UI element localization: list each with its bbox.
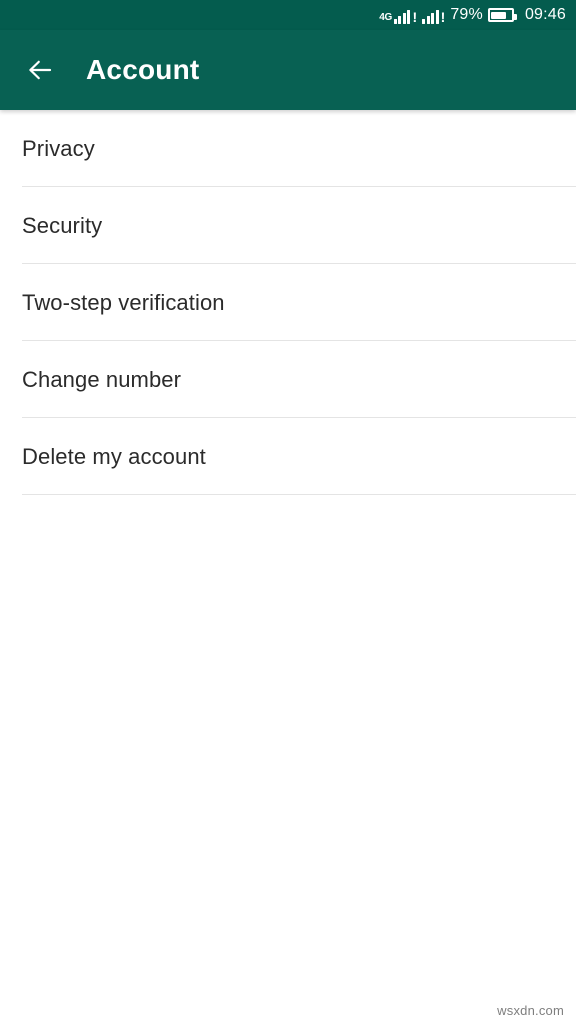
- app-bar: Account: [0, 30, 576, 110]
- sim2-alert-icon: !: [440, 8, 446, 25]
- battery-icon: [487, 8, 517, 22]
- page-background: [0, 500, 576, 1024]
- list-item-label: Change number: [22, 366, 182, 392]
- sim2-signal-indicator: !: [422, 7, 445, 24]
- clock-label: 09:46: [524, 6, 566, 23]
- account-settings-list: Privacy Security Two-step verification C…: [0, 110, 576, 495]
- watermark: wsxdn.com: [497, 1003, 564, 1018]
- list-item-label: Security: [22, 212, 103, 238]
- list-item-label: Two-step verification: [22, 289, 225, 315]
- arrow-left-icon: [29, 60, 52, 80]
- phone-screen: 4G ! ! 79% 09:46 Account Privacy Securit…: [0, 0, 576, 1024]
- background-ghost-text: [196, 530, 556, 680]
- list-divider: [22, 494, 576, 495]
- battery-percent-label: 79%: [450, 6, 483, 23]
- list-item-two-step-verification[interactable]: Two-step verification: [0, 264, 576, 341]
- status-bar: 4G ! ! 79% 09:46: [0, 0, 576, 30]
- list-item-privacy[interactable]: Privacy: [0, 110, 576, 187]
- status-bar-icons: 4G ! ! 79% 09:46: [379, 7, 566, 24]
- list-item-label: Privacy: [22, 135, 95, 161]
- sim1-alert-icon: !: [412, 8, 418, 25]
- page-title: Account: [86, 54, 200, 85]
- signal-bars-icon-2: [422, 9, 439, 24]
- list-item-delete-my-account[interactable]: Delete my account: [0, 418, 576, 495]
- sim1-signal-indicator: 4G !: [379, 7, 417, 24]
- list-item-security[interactable]: Security: [0, 187, 576, 264]
- signal-bars-icon: [393, 9, 411, 24]
- network-type-label: 4G: [379, 11, 392, 23]
- list-item-change-number[interactable]: Change number: [0, 341, 576, 418]
- back-button[interactable]: [12, 42, 68, 98]
- list-item-label: Delete my account: [22, 443, 206, 469]
